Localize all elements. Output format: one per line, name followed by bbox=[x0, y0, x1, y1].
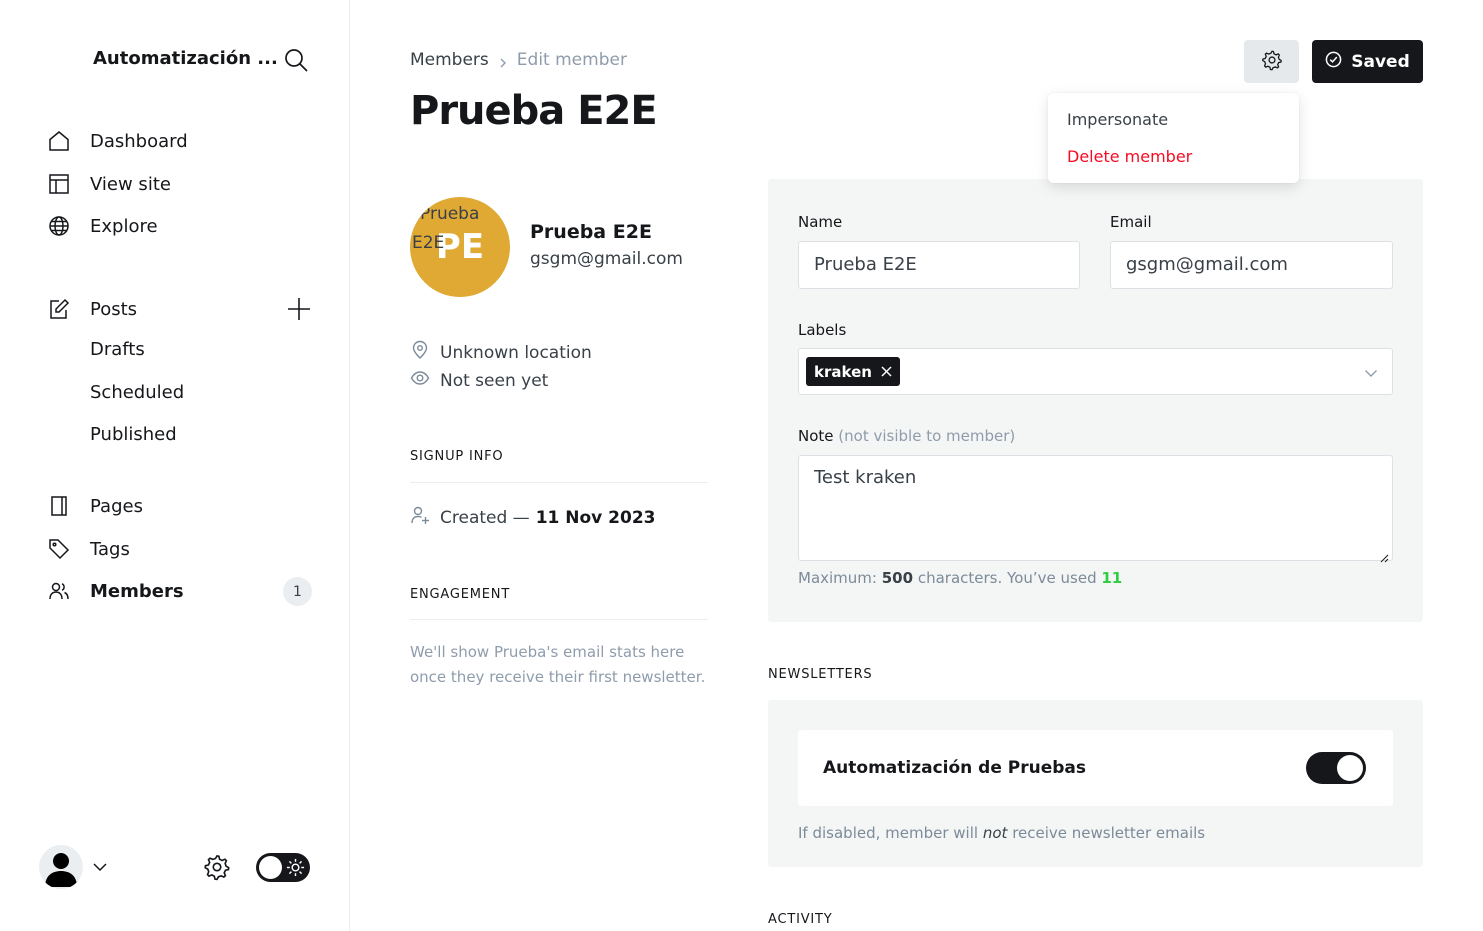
sidebar-item-dashboard[interactable]: Dashboard bbox=[46, 126, 188, 156]
member-avatar: PE Prueba E2E bbox=[410, 197, 510, 297]
chevron-down-icon[interactable] bbox=[1364, 365, 1378, 379]
sidebar-item-label: Explore bbox=[90, 215, 158, 237]
member-actions-button[interactable] bbox=[1244, 40, 1299, 83]
sidebar-item-pages[interactable]: Pages bbox=[46, 491, 143, 521]
member-created: Created — 11 Nov 2023 bbox=[410, 505, 655, 530]
name-field[interactable]: Prueba E2E bbox=[798, 241, 1080, 289]
check-circle-icon bbox=[1325, 51, 1351, 73]
name-label: Name bbox=[798, 213, 843, 231]
newsletter-subscription-toggle[interactable] bbox=[1306, 752, 1366, 784]
site-title[interactable]: Automatización ... bbox=[93, 48, 278, 69]
sidebar-item-label: Tags bbox=[90, 538, 130, 560]
save-button[interactable]: Saved bbox=[1312, 40, 1423, 83]
page-icon bbox=[46, 493, 72, 519]
newsletter-row: Automatización de Pruebas bbox=[798, 730, 1393, 806]
activity-heading: ACTIVITY bbox=[768, 912, 833, 927]
save-button-label: Saved bbox=[1351, 51, 1410, 72]
members-icon bbox=[46, 578, 72, 604]
tag-icon bbox=[46, 536, 72, 562]
search-icon[interactable] bbox=[283, 47, 309, 73]
broken-image-icon bbox=[412, 209, 419, 219]
settings-gear-icon[interactable] bbox=[203, 853, 231, 881]
breadcrumb-members-link[interactable]: Members bbox=[410, 50, 489, 70]
sidebar-item-label: View site bbox=[90, 173, 171, 195]
sidebar-item-members[interactable]: Members bbox=[46, 576, 184, 606]
sidebar-item-view-site[interactable]: View site bbox=[46, 169, 171, 199]
sidebar-item-drafts[interactable]: Drafts bbox=[90, 339, 145, 360]
location-pin-icon bbox=[410, 340, 440, 365]
chevron-down-icon[interactable] bbox=[92, 859, 108, 875]
email-field[interactable]: gsgm@gmail.com bbox=[1110, 241, 1393, 289]
sidebar-item-published[interactable]: Published bbox=[90, 424, 177, 445]
note-label: Note (not visible to member) bbox=[798, 427, 1016, 445]
sidebar-item-tags[interactable]: Tags bbox=[46, 534, 130, 564]
sidebar-item-posts[interactable]: Posts bbox=[46, 294, 137, 324]
remove-label-icon[interactable] bbox=[872, 363, 892, 381]
delete-member-menu-item[interactable]: Delete member bbox=[1067, 147, 1192, 166]
note-label-hint: (not visible to member) bbox=[838, 427, 1016, 445]
sidebar-item-label: Dashboard bbox=[90, 130, 188, 152]
newsletter-hint: If disabled, member will not receive new… bbox=[798, 824, 1206, 842]
globe-icon bbox=[46, 213, 72, 239]
chevron-right-icon bbox=[497, 54, 509, 68]
member-email: gsgm@gmail.com bbox=[530, 249, 683, 269]
member-actions-menu: Impersonate Delete member bbox=[1048, 93, 1299, 183]
sidebar: Automatización ... Dashboard View site E… bbox=[0, 0, 350, 931]
members-count-badge: 1 bbox=[283, 577, 312, 606]
page-title: Prueba E2E bbox=[410, 88, 658, 134]
note-textarea[interactable]: Test kraken bbox=[798, 455, 1393, 563]
eye-icon bbox=[410, 368, 440, 393]
engagement-text: We'll show Prueba's email stats here onc… bbox=[410, 643, 706, 686]
divider bbox=[410, 619, 708, 620]
label-token: kraken bbox=[806, 357, 900, 386]
member-name: Prueba E2E bbox=[530, 221, 652, 243]
email-label: Email bbox=[1110, 213, 1152, 231]
newsletters-heading: NEWSLETTERS bbox=[768, 667, 873, 682]
labels-select[interactable]: kraken bbox=[798, 348, 1393, 395]
user-avatar[interactable] bbox=[39, 845, 83, 889]
add-post-icon[interactable] bbox=[286, 296, 312, 322]
avatar-alt-text: Prueba E2E bbox=[412, 204, 480, 253]
edit-icon bbox=[46, 296, 72, 322]
note-character-hint: Maximum: 500 characters. You’ve used 11 bbox=[798, 569, 1123, 587]
sidebar-item-scheduled[interactable]: Scheduled bbox=[90, 382, 184, 403]
newsletter-name: Automatización de Pruebas bbox=[823, 758, 1087, 778]
gear-icon bbox=[1261, 49, 1283, 75]
sidebar-item-label: Members bbox=[90, 580, 184, 602]
labels-label: Labels bbox=[798, 321, 847, 339]
sidebar-item-label: Pages bbox=[90, 495, 143, 517]
sun-icon bbox=[286, 858, 305, 877]
member-last-seen: Not seen yet bbox=[410, 368, 548, 393]
toggle-knob bbox=[259, 856, 282, 879]
engagement-heading: ENGAGEMENT bbox=[410, 587, 511, 602]
breadcrumb: Members Edit member bbox=[410, 50, 627, 70]
created-date: 11 Nov 2023 bbox=[535, 507, 656, 528]
user-add-icon bbox=[410, 505, 440, 530]
divider bbox=[410, 482, 708, 483]
signup-info-heading: SIGNUP INFO bbox=[410, 449, 504, 464]
toggle-knob bbox=[1337, 755, 1363, 781]
impersonate-menu-item[interactable]: Impersonate bbox=[1067, 110, 1168, 129]
home-icon bbox=[46, 128, 72, 154]
theme-toggle[interactable] bbox=[256, 853, 310, 882]
layout-icon bbox=[46, 171, 72, 197]
sidebar-item-label: Posts bbox=[90, 298, 138, 320]
resize-handle[interactable] bbox=[1379, 547, 1389, 563]
sidebar-item-explore[interactable]: Explore bbox=[46, 211, 158, 241]
breadcrumb-current: Edit member bbox=[516, 50, 627, 70]
member-location: Unknown location bbox=[410, 340, 592, 365]
